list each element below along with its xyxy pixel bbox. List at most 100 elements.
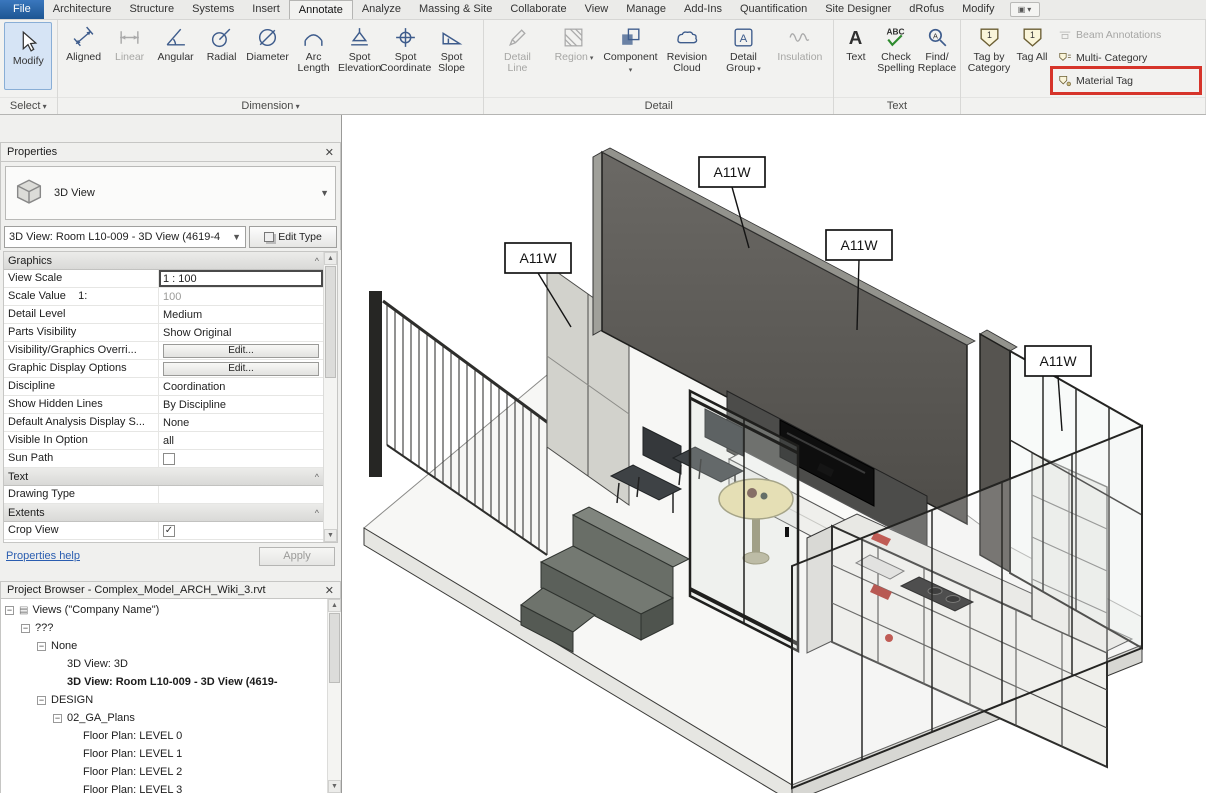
3d-view-canvas[interactable]: A11W A11W A11W A11W xyxy=(343,115,1206,793)
tab-view[interactable]: View xyxy=(576,0,618,19)
scrollbar-thumb[interactable] xyxy=(329,613,340,683)
multi-category-button[interactable]: Multi- Category xyxy=(1054,47,1198,68)
property-row-view-scale: View Scale1 : 100 xyxy=(4,270,323,288)
apply-button[interactable]: Apply xyxy=(259,547,335,566)
crop-view-checkbox[interactable]: ✓ xyxy=(163,525,175,537)
vg-overrides-edit-button[interactable]: Edit... xyxy=(163,344,319,358)
tab-add-ins[interactable]: Add-Ins xyxy=(675,0,731,19)
spot-coordinate-button[interactable]: Spot Coordinate xyxy=(383,22,429,74)
collapse-icon[interactable]: ^ xyxy=(315,472,319,482)
region-icon xyxy=(561,25,586,50)
revision-cloud-button[interactable]: Revision Cloud xyxy=(664,22,710,74)
group-header-extents[interactable]: Extents^ xyxy=(4,504,323,522)
tab-systems[interactable]: Systems xyxy=(183,0,243,19)
diameter-dimension-button[interactable]: Diameter xyxy=(245,22,291,63)
tab-quantification[interactable]: Quantification xyxy=(731,0,816,19)
view-instance-combo[interactable]: 3D View: Room L10-009 - 3D View (4619-4 … xyxy=(4,226,246,248)
chevron-down-icon[interactable]: ▼ xyxy=(320,188,329,198)
tree-item-floor-plan-level-1[interactable]: Floor Plan: LEVEL 1 xyxy=(1,745,325,763)
tab-collaborate[interactable]: Collaborate xyxy=(501,0,575,19)
panel-label-detail[interactable]: Detail xyxy=(484,97,832,114)
parts-visibility-value[interactable]: Show Original xyxy=(159,324,323,341)
scroll-down-icon[interactable]: ▼ xyxy=(328,780,341,793)
tree-item-none[interactable]: −None xyxy=(1,637,325,655)
tree-item-qqq[interactable]: −??? xyxy=(1,619,325,637)
collapse-icon[interactable]: ^ xyxy=(315,256,319,266)
analysis-display-value[interactable]: None xyxy=(159,414,323,431)
view-scale-value[interactable]: 1 : 100 xyxy=(159,270,323,287)
tab-insert[interactable]: Insert xyxy=(243,0,289,19)
detail-level-value[interactable]: Medium xyxy=(159,306,323,323)
show-hidden-lines-value[interactable]: By Discipline xyxy=(159,396,323,413)
discipline-value[interactable]: Coordination xyxy=(159,378,323,395)
collapse-expander[interactable]: − xyxy=(37,696,46,705)
tag-by-category-button[interactable]: Tag by Category xyxy=(964,22,1014,74)
type-selector[interactable]: 3D View ▼ xyxy=(5,166,336,220)
angular-dimension-button[interactable]: Angular xyxy=(153,22,199,63)
svg-text:A11W: A11W xyxy=(713,164,751,180)
tree-item-3d-view-room[interactable]: 3D View: Room L10-009 - 3D View (4619- xyxy=(1,673,325,691)
check-spelling-button[interactable]: Check Spelling xyxy=(875,22,917,74)
sun-path-checkbox[interactable] xyxy=(163,453,175,465)
tree-item-design[interactable]: −DESIGN xyxy=(1,691,325,709)
project-browser-title-bar[interactable]: Project Browser - Complex_Model_ARCH_Wik… xyxy=(0,581,341,599)
radial-dimension-button[interactable]: Radial xyxy=(199,22,245,63)
tab-annotate[interactable]: Annotate xyxy=(289,0,353,19)
tab-drofus[interactable]: dRofus xyxy=(900,0,953,19)
spot-elevation-button[interactable]: Spot Elevation xyxy=(337,22,383,74)
scroll-down-icon[interactable]: ▼ xyxy=(324,529,337,542)
find-replace-button[interactable]: Find/ Replace xyxy=(917,22,957,74)
tree-item-02-ga-plans[interactable]: −02_GA_Plans xyxy=(1,709,325,727)
properties-title-bar[interactable]: Properties ✕ xyxy=(0,142,341,162)
3d-viewport[interactable]: A11W A11W A11W A11W xyxy=(343,115,1206,793)
tab-massing-site[interactable]: Massing & Site xyxy=(410,0,501,19)
chevron-down-icon[interactable]: ▼ xyxy=(232,232,241,242)
ribbon-tools: Modify Select Aligned Linear Angular Rad… xyxy=(0,20,1206,114)
detail-group-button[interactable]: Detail Group xyxy=(720,22,766,75)
tab-analyze[interactable]: Analyze xyxy=(353,0,410,19)
modify-button[interactable]: Modify xyxy=(4,22,52,90)
scrollbar-thumb[interactable] xyxy=(325,266,336,378)
ribbon-display-toggle[interactable]: ▣▾ xyxy=(1010,2,1040,17)
tab-structure[interactable]: Structure xyxy=(120,0,183,19)
tab-file[interactable]: File xyxy=(0,0,44,19)
browser-scrollbar[interactable]: ▲ ▼ xyxy=(327,599,341,793)
edit-type-button[interactable]: Edit Type xyxy=(249,226,337,248)
tab-architecture[interactable]: Architecture xyxy=(44,0,121,19)
properties-scrollbar[interactable]: ▲ ▼ xyxy=(323,252,337,542)
collapse-expander[interactable]: − xyxy=(37,642,46,651)
text-button[interactable]: Text xyxy=(837,22,875,63)
close-icon[interactable]: ✕ xyxy=(325,584,334,597)
collapse-expander[interactable]: − xyxy=(21,624,30,633)
properties-help-link[interactable]: Properties help xyxy=(6,550,80,562)
group-header-graphics[interactable]: Graphics^ xyxy=(4,252,323,270)
close-icon[interactable]: ✕ xyxy=(325,146,334,159)
tree-item-3d-view-3d[interactable]: 3D View: 3D xyxy=(1,655,325,673)
component-button[interactable]: Component xyxy=(607,22,653,76)
property-row-parts-visibility: Parts VisibilityShow Original xyxy=(4,324,323,342)
aligned-dimension-button[interactable]: Aligned xyxy=(61,22,107,63)
arc-length-button[interactable]: Arc Length xyxy=(291,22,337,74)
tree-item-floor-plan-level-0[interactable]: Floor Plan: LEVEL 0 xyxy=(1,727,325,745)
panel-label-text[interactable]: Text xyxy=(834,97,960,114)
collapse-icon[interactable]: ^ xyxy=(315,508,319,518)
visible-in-option-value[interactable]: all xyxy=(159,432,323,449)
panel-label-dimension[interactable]: Dimension xyxy=(58,97,484,114)
collapse-expander[interactable]: − xyxy=(53,714,62,723)
spot-slope-button[interactable]: Spot Slope xyxy=(429,22,475,74)
scroll-up-icon[interactable]: ▲ xyxy=(328,599,341,612)
drawing-type-value[interactable] xyxy=(159,486,323,503)
tree-item-floor-plan-level-3[interactable]: Floor Plan: LEVEL 3 xyxy=(1,781,325,793)
panel-label-select[interactable]: Select xyxy=(0,97,57,114)
tag-all-button[interactable]: Tag All xyxy=(1014,22,1050,63)
tab-site-designer[interactable]: Site Designer xyxy=(816,0,900,19)
tree-item-views[interactable]: −▤Views ("Company Name") xyxy=(1,601,325,619)
tab-modify[interactable]: Modify xyxy=(953,0,1003,19)
material-tag-button[interactable]: Material Tag xyxy=(1054,70,1198,91)
tab-manage[interactable]: Manage xyxy=(617,0,675,19)
tree-item-floor-plan-level-2[interactable]: Floor Plan: LEVEL 2 xyxy=(1,763,325,781)
scroll-up-icon[interactable]: ▲ xyxy=(324,252,337,265)
graphic-display-edit-button[interactable]: Edit... xyxy=(163,362,319,376)
collapse-expander[interactable]: − xyxy=(5,606,14,615)
group-header-text[interactable]: Text^ xyxy=(4,468,323,486)
